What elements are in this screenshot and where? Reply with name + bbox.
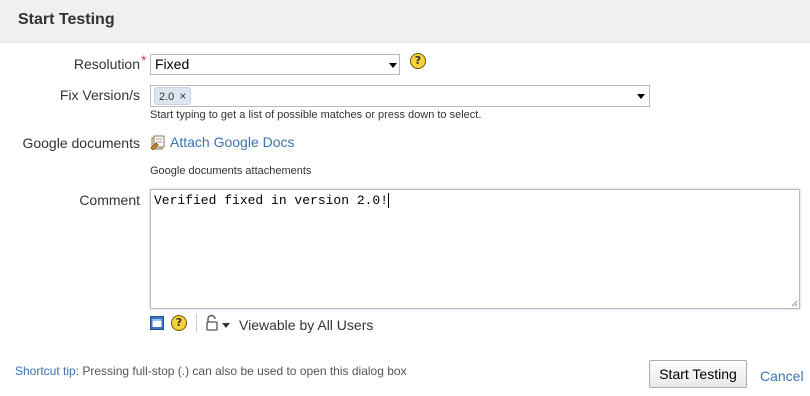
help-icon[interactable]: ? <box>410 53 426 69</box>
fix-version-picker[interactable] <box>150 85 650 107</box>
comment-label: Comment <box>79 192 140 208</box>
resolution-label: Resolution <box>73 56 140 72</box>
google-docs-hint: Google documents attachements <box>150 165 312 177</box>
toolbar-divider <box>196 314 197 332</box>
fix-version-hint: Start typing to get a list of possible m… <box>150 109 482 121</box>
chevron-down-icon <box>389 63 397 68</box>
resolution-value: Fixed <box>155 56 190 72</box>
comment-textarea[interactable]: Verified fixed in version 2.0! <box>150 189 800 309</box>
cancel-link[interactable]: Cancel <box>760 368 804 384</box>
fix-version-label: Fix Version/s <box>59 87 140 103</box>
help-icon[interactable]: ? <box>171 315 187 331</box>
shortcut-tip: Shortcut tip: Pressing full-stop (.) can… <box>15 364 407 378</box>
preview-toggle-icon[interactable] <box>150 316 164 330</box>
google-docs-label: Google documents <box>22 135 140 151</box>
shortcut-tip-text: Pressing full-stop (.) can also be used … <box>82 364 407 378</box>
dialog-header: Start Testing <box>0 0 810 43</box>
comment-text: Verified fixed in version 2.0! <box>154 193 389 208</box>
chevron-down-icon[interactable] <box>637 94 645 99</box>
resolution-select[interactable]: Fixed <box>150 54 400 75</box>
required-marker: * <box>141 52 147 68</box>
attach-google-docs-link[interactable]: Attach Google Docs <box>170 134 295 150</box>
version-tag: 2.0 × <box>154 87 192 105</box>
text-caret <box>388 193 390 209</box>
shortcut-tip-label: Shortcut tip: <box>15 364 80 378</box>
lock-icon[interactable] <box>205 314 231 332</box>
start-testing-button[interactable]: Start Testing <box>649 360 747 388</box>
resize-handle-icon[interactable] <box>790 299 798 307</box>
attach-docs-icon[interactable] <box>150 134 166 151</box>
version-tag-label: 2.0 <box>159 91 175 103</box>
remove-tag-icon[interactable]: × <box>179 89 186 103</box>
dialog-title: Start Testing <box>18 11 115 28</box>
visibility-label[interactable]: Viewable by All Users <box>239 317 373 333</box>
